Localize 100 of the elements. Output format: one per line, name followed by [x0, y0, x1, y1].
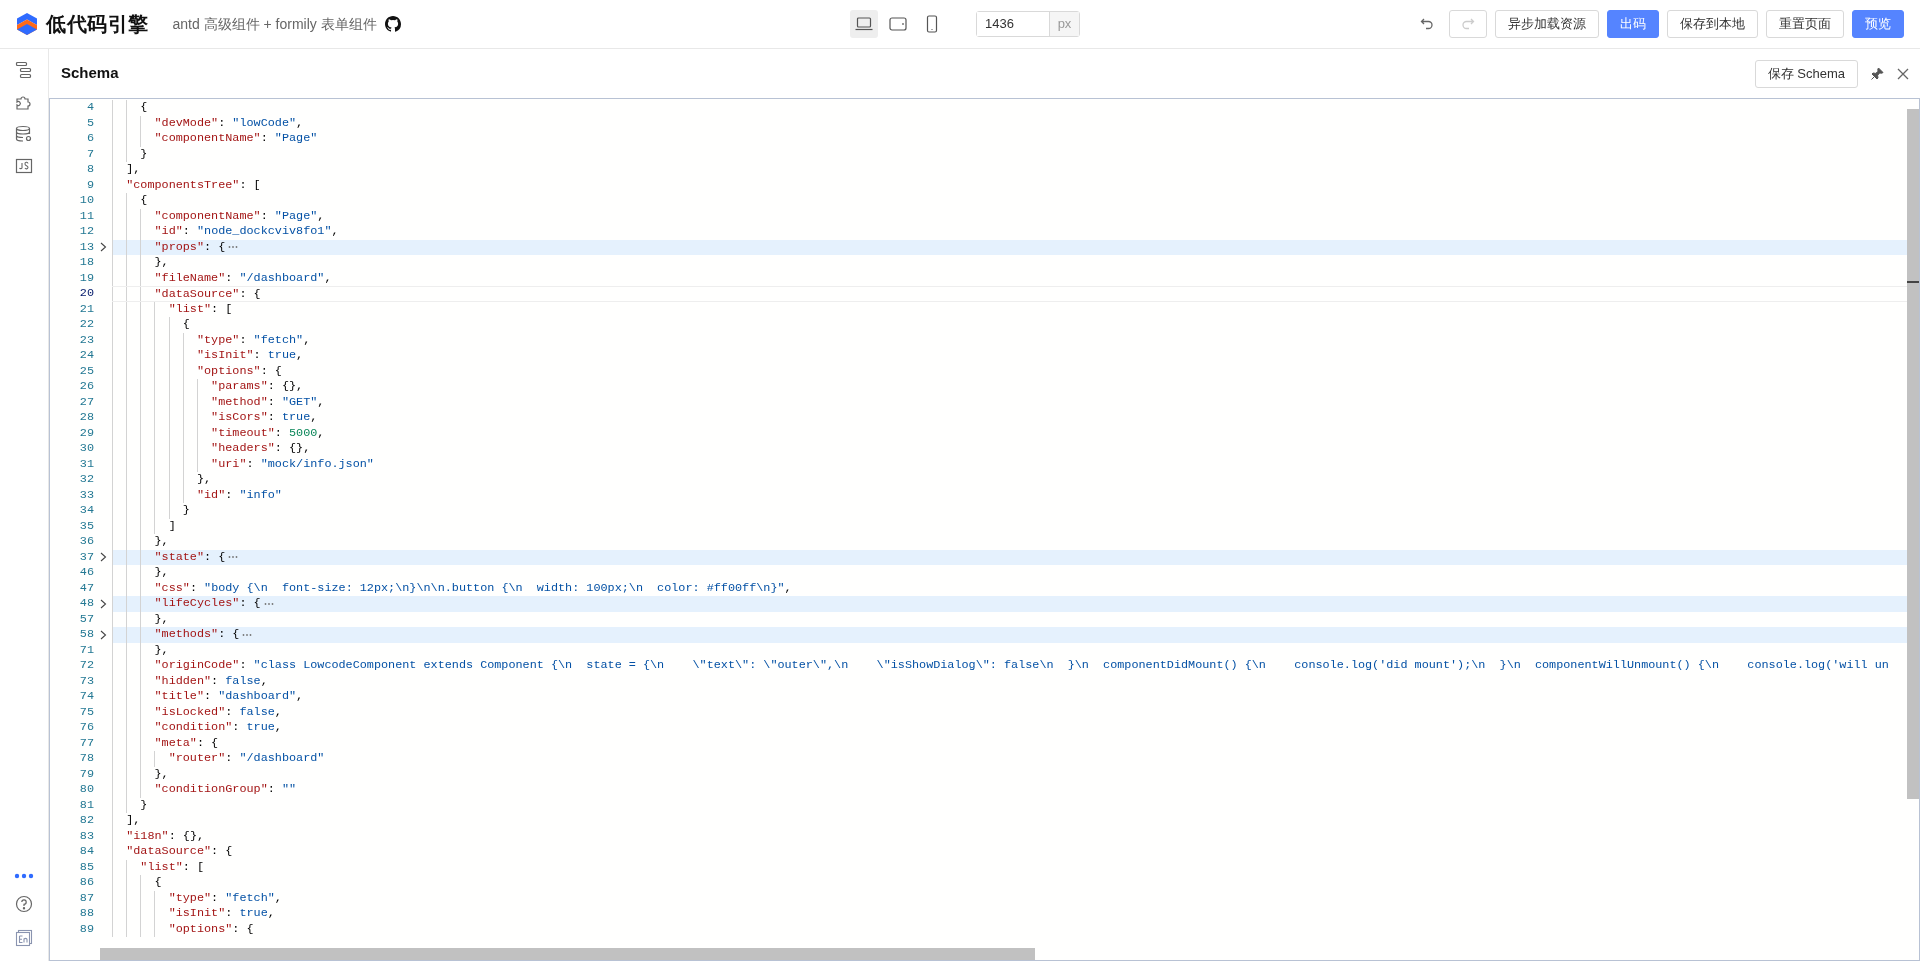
- code-line: "title": "dashboard",: [154, 689, 304, 705]
- desktop-icon: [855, 17, 873, 31]
- folded-ellipsis-icon[interactable]: [228, 555, 239, 560]
- line-number: 22: [78, 317, 94, 333]
- toolbar-button[interactable]: 重置页面: [1766, 10, 1844, 38]
- folded-ellipsis-icon[interactable]: [263, 601, 274, 606]
- line-number: 5: [85, 115, 94, 131]
- line-number: 71: [78, 642, 94, 658]
- app-title: 低代码引擎: [46, 12, 149, 37]
- close-icon[interactable]: [1896, 66, 1910, 81]
- undo-icon: [1420, 17, 1434, 31]
- panel-title: Schema: [61, 63, 119, 84]
- code-line: "isCors": true,: [211, 410, 318, 426]
- vertical-scrollbar-thumb[interactable]: [1907, 109, 1919, 799]
- fold-chevron-icon[interactable]: [99, 598, 107, 609]
- save-schema-button[interactable]: 保存 Schema: [1754, 59, 1858, 88]
- js-file-icon[interactable]: [15, 157, 33, 175]
- line-number: 8: [85, 162, 94, 178]
- line-number: 89: [78, 921, 94, 937]
- code-line: "options": {: [196, 363, 282, 379]
- code-line: "dataSource": {: [154, 287, 261, 301]
- code-line: "id": "info": [196, 487, 282, 503]
- line-number: 78: [78, 751, 94, 767]
- code-line: "isInit": true,: [196, 348, 304, 364]
- code-line: "css": "body {\n font-size: 12px;\n}\n\n.button {\n width: 100px;\n color: #ff00ff\n}",: [154, 580, 792, 596]
- line-number: 37: [78, 549, 94, 565]
- code-line: "type": "fetch",: [168, 890, 282, 906]
- line-number: 24: [78, 348, 94, 364]
- line-number: 19: [78, 270, 94, 286]
- folded-ellipsis-icon[interactable]: [228, 245, 239, 250]
- line-number: 88: [78, 906, 94, 922]
- code-line: "hidden": false,: [154, 673, 268, 689]
- code-line: ],: [126, 162, 141, 178]
- fold-chevron-icon[interactable]: [99, 242, 107, 253]
- line-number: 26: [78, 379, 94, 395]
- line-number: 35: [78, 518, 94, 534]
- line-number: 18: [78, 255, 94, 271]
- code-line: {: [140, 193, 148, 209]
- line-number: 75: [78, 704, 94, 720]
- line-number: 72: [78, 658, 94, 674]
- toolbar-button[interactable]: 异步加载资源: [1495, 10, 1599, 38]
- line-number: 34: [78, 503, 94, 519]
- code-line: }: [140, 797, 148, 813]
- code-line: }: [182, 503, 190, 519]
- line-number: 74: [78, 689, 94, 705]
- code-line: "fileName": "/dashboard",: [154, 270, 332, 286]
- pin-icon[interactable]: [1870, 66, 1884, 81]
- line-number: 9: [85, 177, 94, 193]
- code-line: "headers": {},: [211, 441, 311, 457]
- folded-ellipsis-icon[interactable]: [242, 632, 253, 637]
- github-icon[interactable]: [384, 16, 401, 32]
- line-number: 85: [78, 859, 94, 875]
- line-number: 29: [78, 425, 94, 441]
- database-icon[interactable]: [15, 125, 33, 143]
- code-line: "state": {: [154, 549, 226, 565]
- outline-icon[interactable]: [15, 61, 33, 79]
- code-line: "isLocked": false,: [154, 704, 282, 720]
- code-line: {: [154, 875, 162, 891]
- line-number: 13: [78, 239, 94, 255]
- line-number: 76: [78, 720, 94, 736]
- more-icon[interactable]: [14, 873, 34, 879]
- puzzle-icon[interactable]: [15, 93, 33, 111]
- toolbar-button[interactable]: 保存到本地: [1667, 10, 1758, 38]
- code-line: },: [154, 766, 169, 782]
- code-line: {: [182, 317, 190, 333]
- redo-icon: [1461, 17, 1475, 31]
- fold-chevron-icon[interactable]: [99, 629, 107, 640]
- line-number: 20: [78, 286, 94, 302]
- code-line: "lifeCycles": {: [154, 596, 261, 612]
- line-number: 87: [78, 890, 94, 906]
- cursor-marker: [1907, 281, 1919, 283]
- code-line: "list": [: [168, 301, 233, 317]
- line-number: 12: [78, 224, 94, 240]
- line-number: 25: [78, 363, 94, 379]
- code-line: },: [154, 611, 169, 627]
- line-number: 58: [78, 627, 94, 643]
- code-line: "isInit": true,: [168, 906, 275, 922]
- code-line: "options": {: [168, 921, 254, 937]
- desktop-view-button[interactable]: [850, 10, 878, 38]
- code-line: "conditionGroup": "": [154, 782, 297, 798]
- horizontal-scrollbar-thumb[interactable]: [100, 948, 1035, 960]
- line-number: 48: [78, 596, 94, 612]
- code-line: "props": {: [154, 239, 226, 255]
- tablet-icon: [889, 17, 907, 31]
- line-number: 7: [85, 146, 94, 162]
- code-line: "uri": "mock/info.json": [211, 456, 374, 472]
- code-line: },: [154, 565, 169, 581]
- code-line: "originCode": "class LowcodeComponent extends Component {\n state = {\n \"text\": \"outer\",\n \"isShowDialog\": false\n }\n componentDidMount() {\n console.log('did mount');\n }\n componentWillUnmount() {\n console.log('will un: [154, 658, 1889, 674]
- language-icon[interactable]: [15, 929, 33, 947]
- line-number: 81: [78, 797, 94, 813]
- code-line: ],: [126, 813, 141, 829]
- code-line: }: [140, 146, 148, 162]
- canvas-width-field[interactable]: 1436 px: [976, 11, 1080, 37]
- fold-chevron-icon[interactable]: [99, 552, 107, 563]
- line-number: 21: [78, 301, 94, 317]
- code-line: "method": "GET",: [211, 394, 325, 410]
- code-line: ]: [168, 518, 176, 534]
- code-line: },: [196, 472, 212, 488]
- help-icon[interactable]: [15, 895, 33, 913]
- code-line: "i18n": {},: [126, 828, 205, 844]
